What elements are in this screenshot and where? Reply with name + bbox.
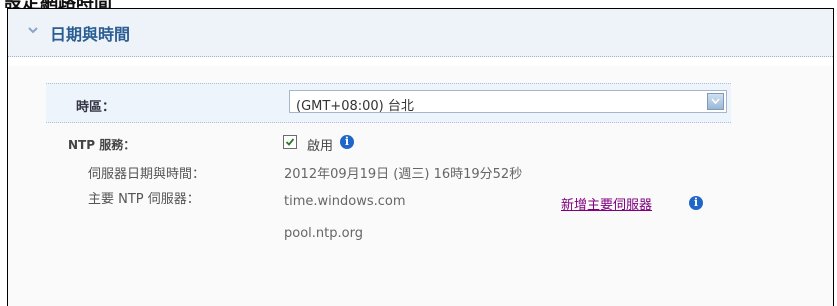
info-icon[interactable]: i [340, 135, 354, 149]
primary-ntp-label: 主要 NTP 伺服器： [88, 192, 200, 207]
ntp-enable-checkbox[interactable] [283, 135, 297, 149]
add-primary-server-link[interactable]: 新增主要伺服器 [561, 194, 652, 213]
panel-header[interactable]: 日期與時間 [8, 9, 833, 57]
dropdown-arrow-icon[interactable] [707, 93, 724, 110]
primary-ntp-server: time.windows.com [284, 194, 406, 209]
timezone-select[interactable]: (GMT+08:00) 台北 [289, 90, 727, 114]
page-header-partial: 設定網路時間 [0, 0, 837, 8]
timezone-label: 時區： [76, 100, 116, 115]
timezone-selected-value: (GMT+08:00) 台北 [296, 99, 414, 114]
secondary-ntp-server: pool.ntp.org [284, 226, 363, 241]
chevron-down-icon[interactable] [26, 23, 40, 37]
checkmark-icon [285, 138, 295, 146]
panel-title: 日期與時間 [50, 25, 131, 44]
panel-body: 時區： (GMT+08:00) 台北 NTP 服務： 啟用 i 伺服器日期與時間… [8, 66, 833, 306]
ntp-service-label: NTP 服務： [68, 138, 136, 152]
info-icon[interactable]: i [689, 196, 703, 210]
date-time-panel: 日期與時間 時區： (GMT+08:00) 台北 NTP 服務： 啟用 i 伺服… [7, 8, 834, 306]
page-header-text: 設定網路時間 [4, 0, 112, 8]
server-time-label: 伺服器日期與時間： [88, 167, 206, 182]
server-time-value: 2012年09月19日 (週三) 16時19分52秒 [284, 167, 523, 182]
timezone-row: 時區： (GMT+08:00) 台北 [46, 83, 731, 123]
ntp-enable-label[interactable]: 啟用 [307, 135, 333, 154]
